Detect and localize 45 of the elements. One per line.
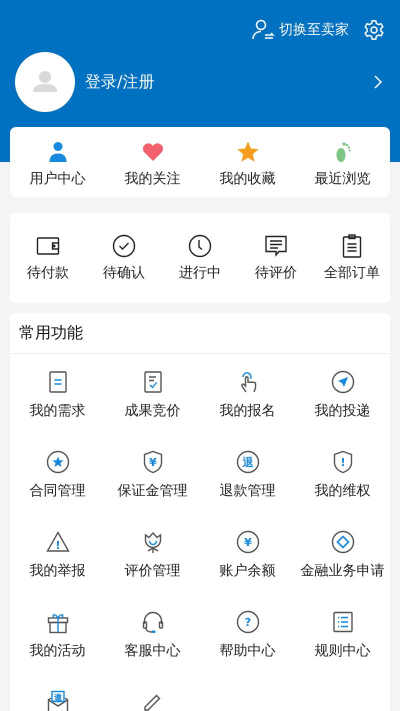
function-label[interactable]: 保证金管理 [118, 482, 188, 500]
function-label[interactable]: 我的举报 [30, 562, 86, 580]
function-label[interactable]: 金融业务申请 [300, 562, 384, 580]
circle-badge-icon[interactable]: ? [236, 610, 260, 634]
function-label[interactable]: 评价管理 [124, 562, 180, 580]
clock-icon[interactable] [188, 234, 212, 258]
function-label[interactable]: 我的投递 [314, 402, 370, 420]
quick-link-label[interactable]: 最近浏览 [314, 170, 370, 188]
settings-icon[interactable] [363, 19, 385, 41]
order-status-label[interactable]: 进行中 [179, 264, 221, 282]
function-label[interactable]: 合同管理 [30, 482, 86, 500]
quick-link-label[interactable]: 我的关注 [124, 170, 180, 188]
function-label[interactable]: 我的活动 [30, 642, 86, 660]
circle-badge-icon[interactable]: 退 [236, 450, 260, 474]
function-label[interactable]: 客服中心 [124, 642, 180, 660]
switch-seller-link[interactable]: 切换至卖家 [279, 21, 349, 39]
function-label[interactable]: 我的需求 [30, 402, 86, 420]
list-icon[interactable] [330, 610, 354, 634]
function-label[interactable]: 我的报名 [220, 402, 276, 420]
login-register-link[interactable]: 登录/注册 [85, 72, 373, 92]
avatar[interactable] [15, 52, 75, 112]
order-status-label[interactable]: 待付款 [27, 264, 69, 282]
switch-user-icon[interactable] [251, 18, 275, 42]
order-status-label[interactable]: 全部订单 [324, 264, 380, 282]
order-status-label[interactable]: 待评价 [255, 264, 297, 282]
function-label[interactable]: 我的维权 [314, 482, 370, 500]
navigation-icon[interactable] [330, 370, 354, 394]
check-circle-icon[interactable] [112, 234, 136, 258]
star-icon[interactable] [236, 140, 260, 164]
headset-icon[interactable] [140, 610, 164, 634]
quick-link-label[interactable]: 我的收藏 [220, 170, 276, 188]
star-circle-icon[interactable] [46, 450, 70, 474]
comment-icon[interactable] [264, 234, 288, 258]
quick-link-label[interactable]: 用户中心 [30, 170, 86, 188]
warning-icon[interactable]: ! [46, 530, 70, 554]
chevron-right-icon[interactable] [373, 74, 383, 90]
function-label[interactable]: 退款管理 [220, 482, 276, 500]
circle-badge-icon[interactable]: ¥ [236, 530, 260, 554]
function-label[interactable]: 规则中心 [314, 642, 370, 660]
function-label[interactable]: 账户余额 [220, 562, 276, 580]
order-status-label[interactable]: 待确认 [103, 264, 145, 282]
clipboard-icon[interactable] [340, 234, 364, 258]
section-title: 常用功能 [10, 313, 390, 354]
function-label[interactable]: 成果竞价 [124, 402, 180, 420]
function-label[interactable]: 帮助中心 [220, 642, 276, 660]
